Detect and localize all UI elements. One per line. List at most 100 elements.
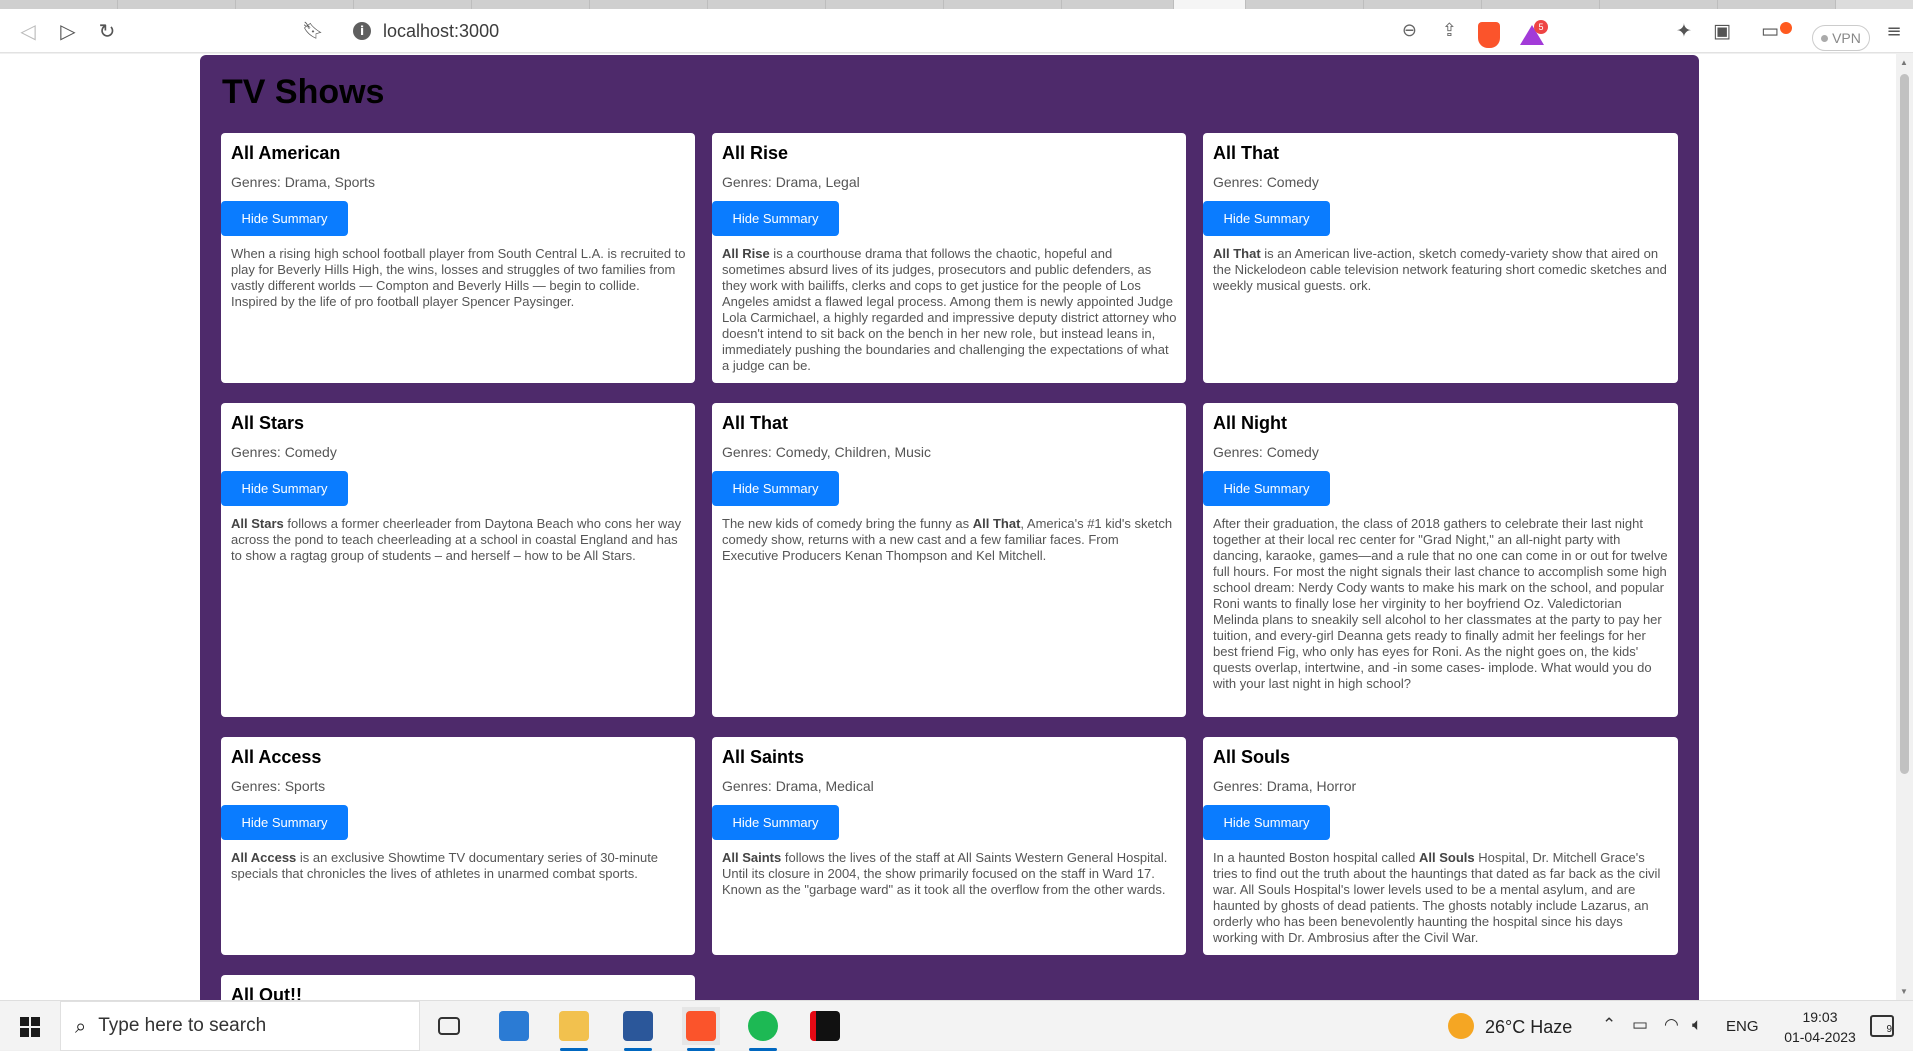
summary-text: follows the lives of the staff at All Sa… <box>722 850 1168 897</box>
menu-icon[interactable]: ≡ <box>1880 17 1908 45</box>
back-icon[interactable]: ◁ <box>14 17 42 45</box>
news-widget-icon[interactable] <box>495 1007 533 1045</box>
summary-bold-text: All That <box>1213 246 1261 261</box>
search-icon: ⌕ <box>75 1014 87 1038</box>
hide-summary-button[interactable]: Hide Summary <box>712 201 839 236</box>
zoom-icon[interactable]: ⊖ <box>1402 20 1417 41</box>
show-title: All Night <box>1213 413 1287 433</box>
browser-tab[interactable] <box>826 0 944 9</box>
page-title: TV Shows <box>222 73 385 111</box>
hide-summary-button[interactable]: Hide Summary <box>1203 201 1330 236</box>
windows-start-icon[interactable] <box>20 1017 40 1037</box>
scroll-down-icon[interactable]: ▼ <box>1900 987 1908 996</box>
show-card: All Night Genres: Comedy Hide Summary Af… <box>1203 403 1678 717</box>
show-summary: All Rise is a courthouse drama that foll… <box>722 246 1178 374</box>
browser-tab[interactable] <box>590 0 708 9</box>
show-genres: Genres: Drama, Sports <box>231 174 375 190</box>
page-scrollbar[interactable]: ▲ ▼ <box>1896 54 1913 1000</box>
browser-tab[interactable] <box>1062 0 1174 9</box>
hide-summary-button[interactable]: Hide Summary <box>712 805 839 840</box>
language-indicator[interactable]: ENG <box>1726 1018 1759 1035</box>
search-placeholder: Type here to search <box>98 1015 267 1036</box>
show-card: All Access Genres: Sports Hide Summary A… <box>221 737 695 955</box>
brave-browser-icon[interactable] <box>682 1007 720 1051</box>
summary-text: follows a former cheerleader from Dayton… <box>231 516 682 563</box>
show-summary: When a rising high school football playe… <box>231 246 687 310</box>
forward-icon[interactable]: ▷ <box>54 17 82 45</box>
hide-summary-button[interactable]: Hide Summary <box>221 201 348 236</box>
browser-tab[interactable] <box>708 0 826 9</box>
netflix-icon[interactable] <box>806 1007 844 1045</box>
site-info-icon[interactable]: i <box>353 22 371 40</box>
task-view-icon[interactable] <box>430 1007 468 1045</box>
browser-tab[interactable] <box>1718 0 1836 9</box>
show-genres: Genres: Comedy <box>231 444 337 460</box>
bookmark-icon[interactable]: 🔖︎ <box>299 17 327 45</box>
battery-icon[interactable]: ▭ <box>1632 1015 1648 1035</box>
chevron-up-icon[interactable]: ⌃ <box>1602 1015 1616 1035</box>
browser-tab[interactable] <box>118 0 236 9</box>
show-title: All Saints <box>722 747 805 767</box>
url-text[interactable]: localhost:3000 <box>383 21 499 42</box>
sidebar-icon[interactable]: ▣ <box>1708 17 1736 45</box>
hide-summary-button[interactable]: Hide Summary <box>1203 471 1330 506</box>
reload-icon[interactable]: ↻ <box>93 17 121 45</box>
notifications-icon[interactable]: 9 <box>1870 1015 1894 1037</box>
brave-shields-icon[interactable] <box>1478 22 1500 48</box>
weather-icon[interactable] <box>1448 1013 1474 1039</box>
rewards-badge: 5 <box>1534 20 1548 34</box>
browser-tab[interactable] <box>236 0 354 9</box>
share-icon[interactable]: ⇪ <box>1442 20 1457 41</box>
browser-tab[interactable] <box>0 0 118 9</box>
summary-bold-text: All That <box>972 516 1021 531</box>
spotify-icon[interactable] <box>744 1007 782 1051</box>
show-title: All Out!! <box>231 985 302 1000</box>
hide-summary-button[interactable]: Hide Summary <box>1203 805 1330 840</box>
show-card: All Stars Genres: Comedy Hide Summary Al… <box>221 403 695 717</box>
browser-tab-active[interactable] <box>1174 0 1246 9</box>
word-icon[interactable] <box>619 1007 657 1051</box>
summary-bold-text: All Stars <box>231 516 284 531</box>
volume-icon[interactable]: 🔈︎ <box>1692 1015 1702 1035</box>
browser-tab[interactable] <box>1364 0 1482 9</box>
show-genres: Genres: Drama, Medical <box>722 778 874 794</box>
show-title: All American <box>231 143 341 163</box>
show-summary: All That is an American live-action, ske… <box>1213 246 1670 294</box>
hide-summary-button[interactable]: Hide Summary <box>221 805 348 840</box>
summary-text: When a rising high school football playe… <box>231 246 686 309</box>
wallet-icon[interactable]: ▭ <box>1756 17 1784 45</box>
summary-text: is an American live-action, sketch comed… <box>1213 246 1667 293</box>
show-card: All Out!! <box>221 975 695 1000</box>
summary-text: In a haunted Boston hospital called <box>1213 850 1419 865</box>
hide-summary-button[interactable]: Hide Summary <box>712 471 839 506</box>
show-summary: The new kids of comedy bring the funny a… <box>722 516 1178 564</box>
show-summary: All Stars follows a former cheerleader f… <box>231 516 687 564</box>
summary-bold-text: All Saints <box>722 850 782 865</box>
file-explorer-icon[interactable] <box>555 1007 593 1051</box>
browser-tab[interactable] <box>1600 0 1718 9</box>
taskbar-search[interactable]: ⌕ Type here to search <box>60 1001 420 1051</box>
browser-tab[interactable] <box>354 0 472 9</box>
show-title: All That <box>1213 143 1279 163</box>
weather-text[interactable]: 26°C Haze <box>1485 1017 1572 1038</box>
address-bar[interactable]: i localhost:3000 ⊖ ⇪ <box>335 14 1547 48</box>
browser-tab[interactable] <box>944 0 1062 9</box>
show-genres: Genres: Comedy <box>1213 174 1319 190</box>
show-title: All Souls <box>1213 747 1291 767</box>
scroll-up-icon[interactable]: ▲ <box>1900 58 1908 67</box>
browser-tab[interactable] <box>1482 0 1600 9</box>
show-genres: Genres: Drama, Horror <box>1213 778 1357 794</box>
show-card: All Saints Genres: Drama, Medical Hide S… <box>712 737 1186 955</box>
browser-tab[interactable] <box>1246 0 1364 9</box>
hide-summary-button[interactable]: Hide Summary <box>221 471 348 506</box>
clock-date: 01-04-2023 <box>1784 1029 1856 1045</box>
vpn-button[interactable]: VPN <box>1812 25 1870 51</box>
windows-taskbar: ⌕ Type here to search 26°C Haze ⌃ ▭ ◠ 🔈︎… <box>0 1000 1913 1051</box>
wifi-icon[interactable]: ◠ <box>1664 1015 1679 1035</box>
shows-app: TV Shows All American Genres: Drama, Spo… <box>200 55 1699 1000</box>
clock[interactable]: 19:03 01-04-2023 <box>1780 1007 1860 1047</box>
show-title: All That <box>722 413 788 433</box>
browser-tab[interactable] <box>472 0 590 9</box>
scrollbar-thumb[interactable] <box>1900 74 1909 774</box>
extensions-icon[interactable]: ✦ <box>1670 17 1698 45</box>
